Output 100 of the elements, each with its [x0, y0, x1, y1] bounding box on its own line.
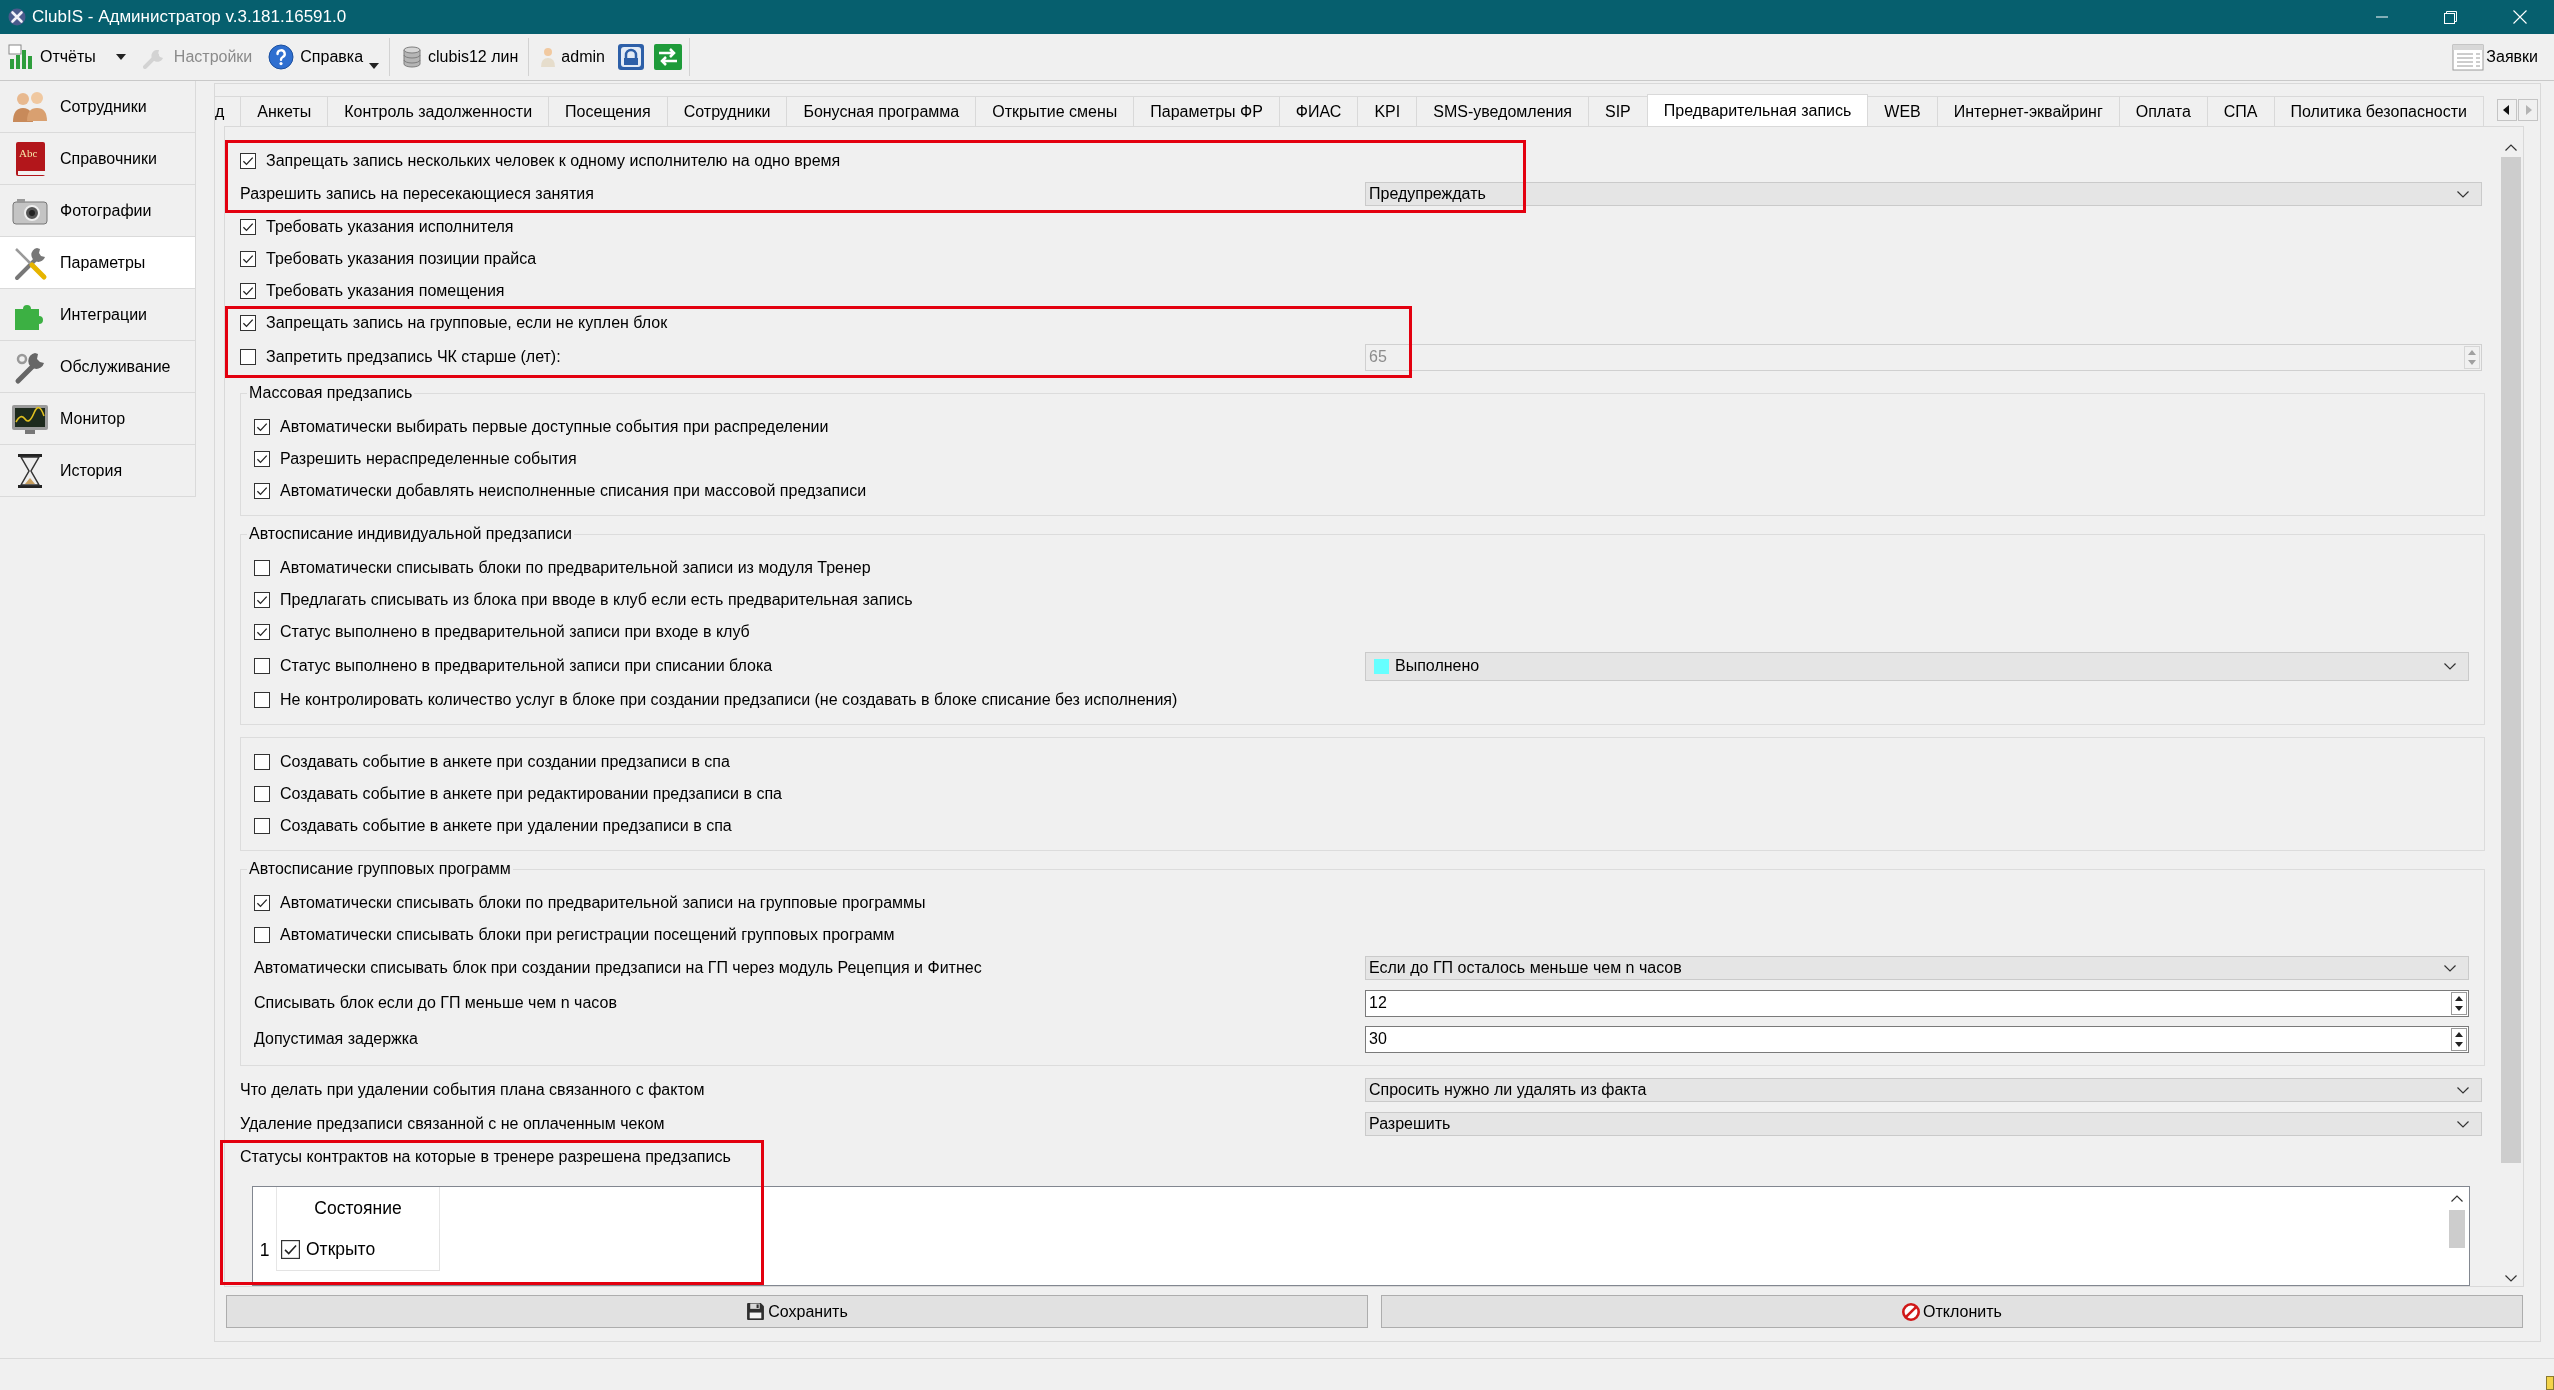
number-field[interactable]: 30: [1365, 1025, 2469, 1053]
checkbox-label: Требовать указания помещения: [266, 282, 505, 300]
dropdown[interactable]: Спросить нужно ли удалять из факта: [1365, 1078, 2482, 1102]
checkbox[interactable]: [254, 658, 270, 674]
checkbox[interactable]: [254, 419, 270, 435]
sidebar-item[interactable]: История: [0, 445, 196, 497]
minimize-icon[interactable]: [2375, 16, 2388, 18]
field-label: Что делать при удалении события плана связанного с фактом: [240, 1081, 705, 1099]
section-label: Статусы контрактов на которые в тренере разрешена предзапись: [240, 1148, 731, 1166]
checkbox[interactable]: [254, 592, 270, 608]
dropdown[interactable]: Если до ГП осталось меньше чем n часов: [1365, 956, 2469, 980]
checkbox[interactable]: [254, 451, 270, 467]
spin-arrows-icon[interactable]: [2451, 1027, 2467, 1051]
caret-left-icon[interactable]: [2497, 99, 2517, 121]
toolbar-button[interactable]: Справка: [264, 39, 384, 75]
checkbox-label: Автоматически списывать блоки по предварительной записи на групповые программы: [280, 894, 926, 912]
user-icon: [541, 47, 556, 67]
checkbox-label: Создавать событие в анкете при удалении предзаписи в спа: [280, 817, 732, 835]
no-entry-icon: [1902, 1302, 1921, 1321]
checkbox-label: Предлагать списывать из блока при вводе в клуб если есть предварительная запись: [280, 591, 913, 609]
tab[interactable]: Политика безопасности: [2273, 96, 2484, 126]
checkbox[interactable]: [254, 692, 270, 708]
help-icon: [268, 44, 295, 70]
column-header[interactable]: Состояние: [276, 1187, 440, 1229]
close-icon[interactable]: [2512, 10, 2527, 24]
caret-down-icon[interactable]: [115, 54, 126, 60]
checkbox-label: Автоматически списывать блоки по предварительной записи из модуля Тренер: [280, 559, 871, 577]
sidebar-item[interactable]: Обслуживание: [0, 341, 196, 393]
sidebar-item[interactable]: Сотрудники: [0, 81, 196, 133]
caret-down-icon[interactable]: [369, 63, 380, 69]
checkbox[interactable]: [240, 283, 256, 299]
checkbox-label: Требовать указания исполнителя: [266, 218, 514, 236]
sidebar-item[interactable]: Фотографии: [0, 185, 196, 237]
checkbox[interactable]: [254, 895, 270, 911]
spin-arrows-icon[interactable]: [2451, 991, 2467, 1015]
checkbox-label: Разрешить нераспределенные события: [280, 450, 577, 468]
toolbar-button[interactable]: clubis12 лин: [398, 39, 523, 75]
checkbox[interactable]: [254, 483, 270, 499]
field-label: Удаление предзаписи связанной с не оплаченным чеком: [240, 1115, 665, 1133]
sidebar-item[interactable]: Монитор: [0, 393, 196, 445]
chevron-down-icon: [2444, 964, 2456, 972]
checkbox-label: Не контролировать количество услуг в блоке при создании предзаписи (не создавать в блоке списание без исполнения): [280, 691, 1178, 709]
scrollbar-thumb[interactable]: [2449, 1210, 2465, 1248]
lock-icon[interactable]: [616, 43, 645, 71]
checkbox-label: Создавать событие в анкете при создании предзаписи в спа: [280, 753, 730, 771]
dropdown[interactable]: Предупреждать: [1365, 182, 2482, 206]
chevron-down-icon[interactable]: [2505, 1275, 2517, 1282]
dropdown[interactable]: Разрешить: [1365, 1112, 2482, 1136]
checkbox-label: Автоматически выбирать первые доступные события при распределении: [280, 418, 829, 436]
checkbox-label: Запрещать запись нескольких человек к одному исполнителю на одно время: [266, 152, 841, 170]
checkbox[interactable]: [254, 754, 270, 770]
checkbox-label: Автоматически списывать блоки при регистрации посещений групповых программ: [280, 926, 895, 944]
checkbox[interactable]: [240, 349, 256, 365]
scrollbar-thumb[interactable]: [2501, 157, 2521, 1163]
group-title: Автосписание индивидуальной предзаписи: [248, 525, 574, 543]
group-title: Массовая предзапись: [248, 384, 414, 402]
checkbox[interactable]: [254, 560, 270, 576]
toolbar-button[interactable]: admin: [537, 39, 609, 75]
row-number: 1: [258, 1238, 271, 1262]
database-icon: [402, 46, 423, 68]
cancel-button[interactable]: Отклонить: [1381, 1295, 2523, 1328]
save-button[interactable]: Сохранить: [226, 1295, 1368, 1328]
checkbox[interactable]: [254, 786, 270, 802]
logo-icon: [8, 8, 26, 26]
dropdown[interactable]: Выполнено: [1365, 651, 2469, 681]
field-label: Списывать блок если до ГП меньше чем n часов: [254, 994, 617, 1012]
chevron-up-icon[interactable]: [2451, 1195, 2463, 1202]
checkbox-label: Статус выполнено в предварительной записи при входе в клуб: [280, 623, 750, 641]
window-title: ClubIS - Администратор v.3.181.16591.0: [32, 7, 347, 27]
checkbox[interactable]: [240, 219, 256, 235]
checkbox[interactable]: [281, 1240, 300, 1259]
restore-icon[interactable]: [2444, 10, 2457, 24]
chevron-down-icon: [2444, 662, 2456, 670]
checkbox[interactable]: [254, 927, 270, 943]
checkbox-label: Автоматически добавлять неисполненные списания при массовой предзаписи: [280, 482, 867, 500]
swap-arrows-icon[interactable]: [652, 43, 683, 71]
checkbox-label: Требовать указания позиции прайса: [266, 250, 537, 268]
checkbox[interactable]: [254, 624, 270, 640]
number-field[interactable]: 12: [1365, 989, 2469, 1017]
checkbox[interactable]: [254, 818, 270, 834]
sidebar-item[interactable]: Abc Справочники: [0, 133, 196, 185]
checkbox-label: Запрещать запись на групповые, если не куплен блок: [266, 314, 668, 332]
chevron-up-icon[interactable]: [2505, 144, 2517, 151]
tab[interactable]: Предварительная запись: [1646, 94, 1869, 126]
checkbox[interactable]: [240, 315, 256, 331]
toolbar-button[interactable]: Отчёты: [4, 39, 130, 75]
checkbox-label: Создавать событие в анкете при редактировании предзаписи в спа: [280, 785, 782, 803]
list-icon: [2452, 42, 2485, 72]
sidebar-item[interactable]: Параметры: [0, 237, 196, 289]
checkbox-label: Запретить предзапись ЧК старше (лет):: [266, 348, 561, 366]
checkbox[interactable]: [240, 153, 256, 169]
chevron-down-icon: [2457, 1086, 2469, 1094]
field-label: Автоматически списывать блок при создании предзаписи на ГП через модуль Рецепция и Фитнес: [254, 959, 982, 977]
sidebar-item[interactable]: Интеграции: [0, 289, 196, 341]
checkbox-label: Статус выполнено в предварительной записи при списании блока: [280, 657, 773, 675]
toolbar-button[interactable]: Заявки: [2448, 39, 2542, 75]
status-icon: [2546, 1374, 2554, 1390]
group-title: Автосписание групповых программ: [248, 860, 512, 878]
bar-chart-icon: [8, 44, 34, 70]
checkbox[interactable]: [240, 251, 256, 267]
